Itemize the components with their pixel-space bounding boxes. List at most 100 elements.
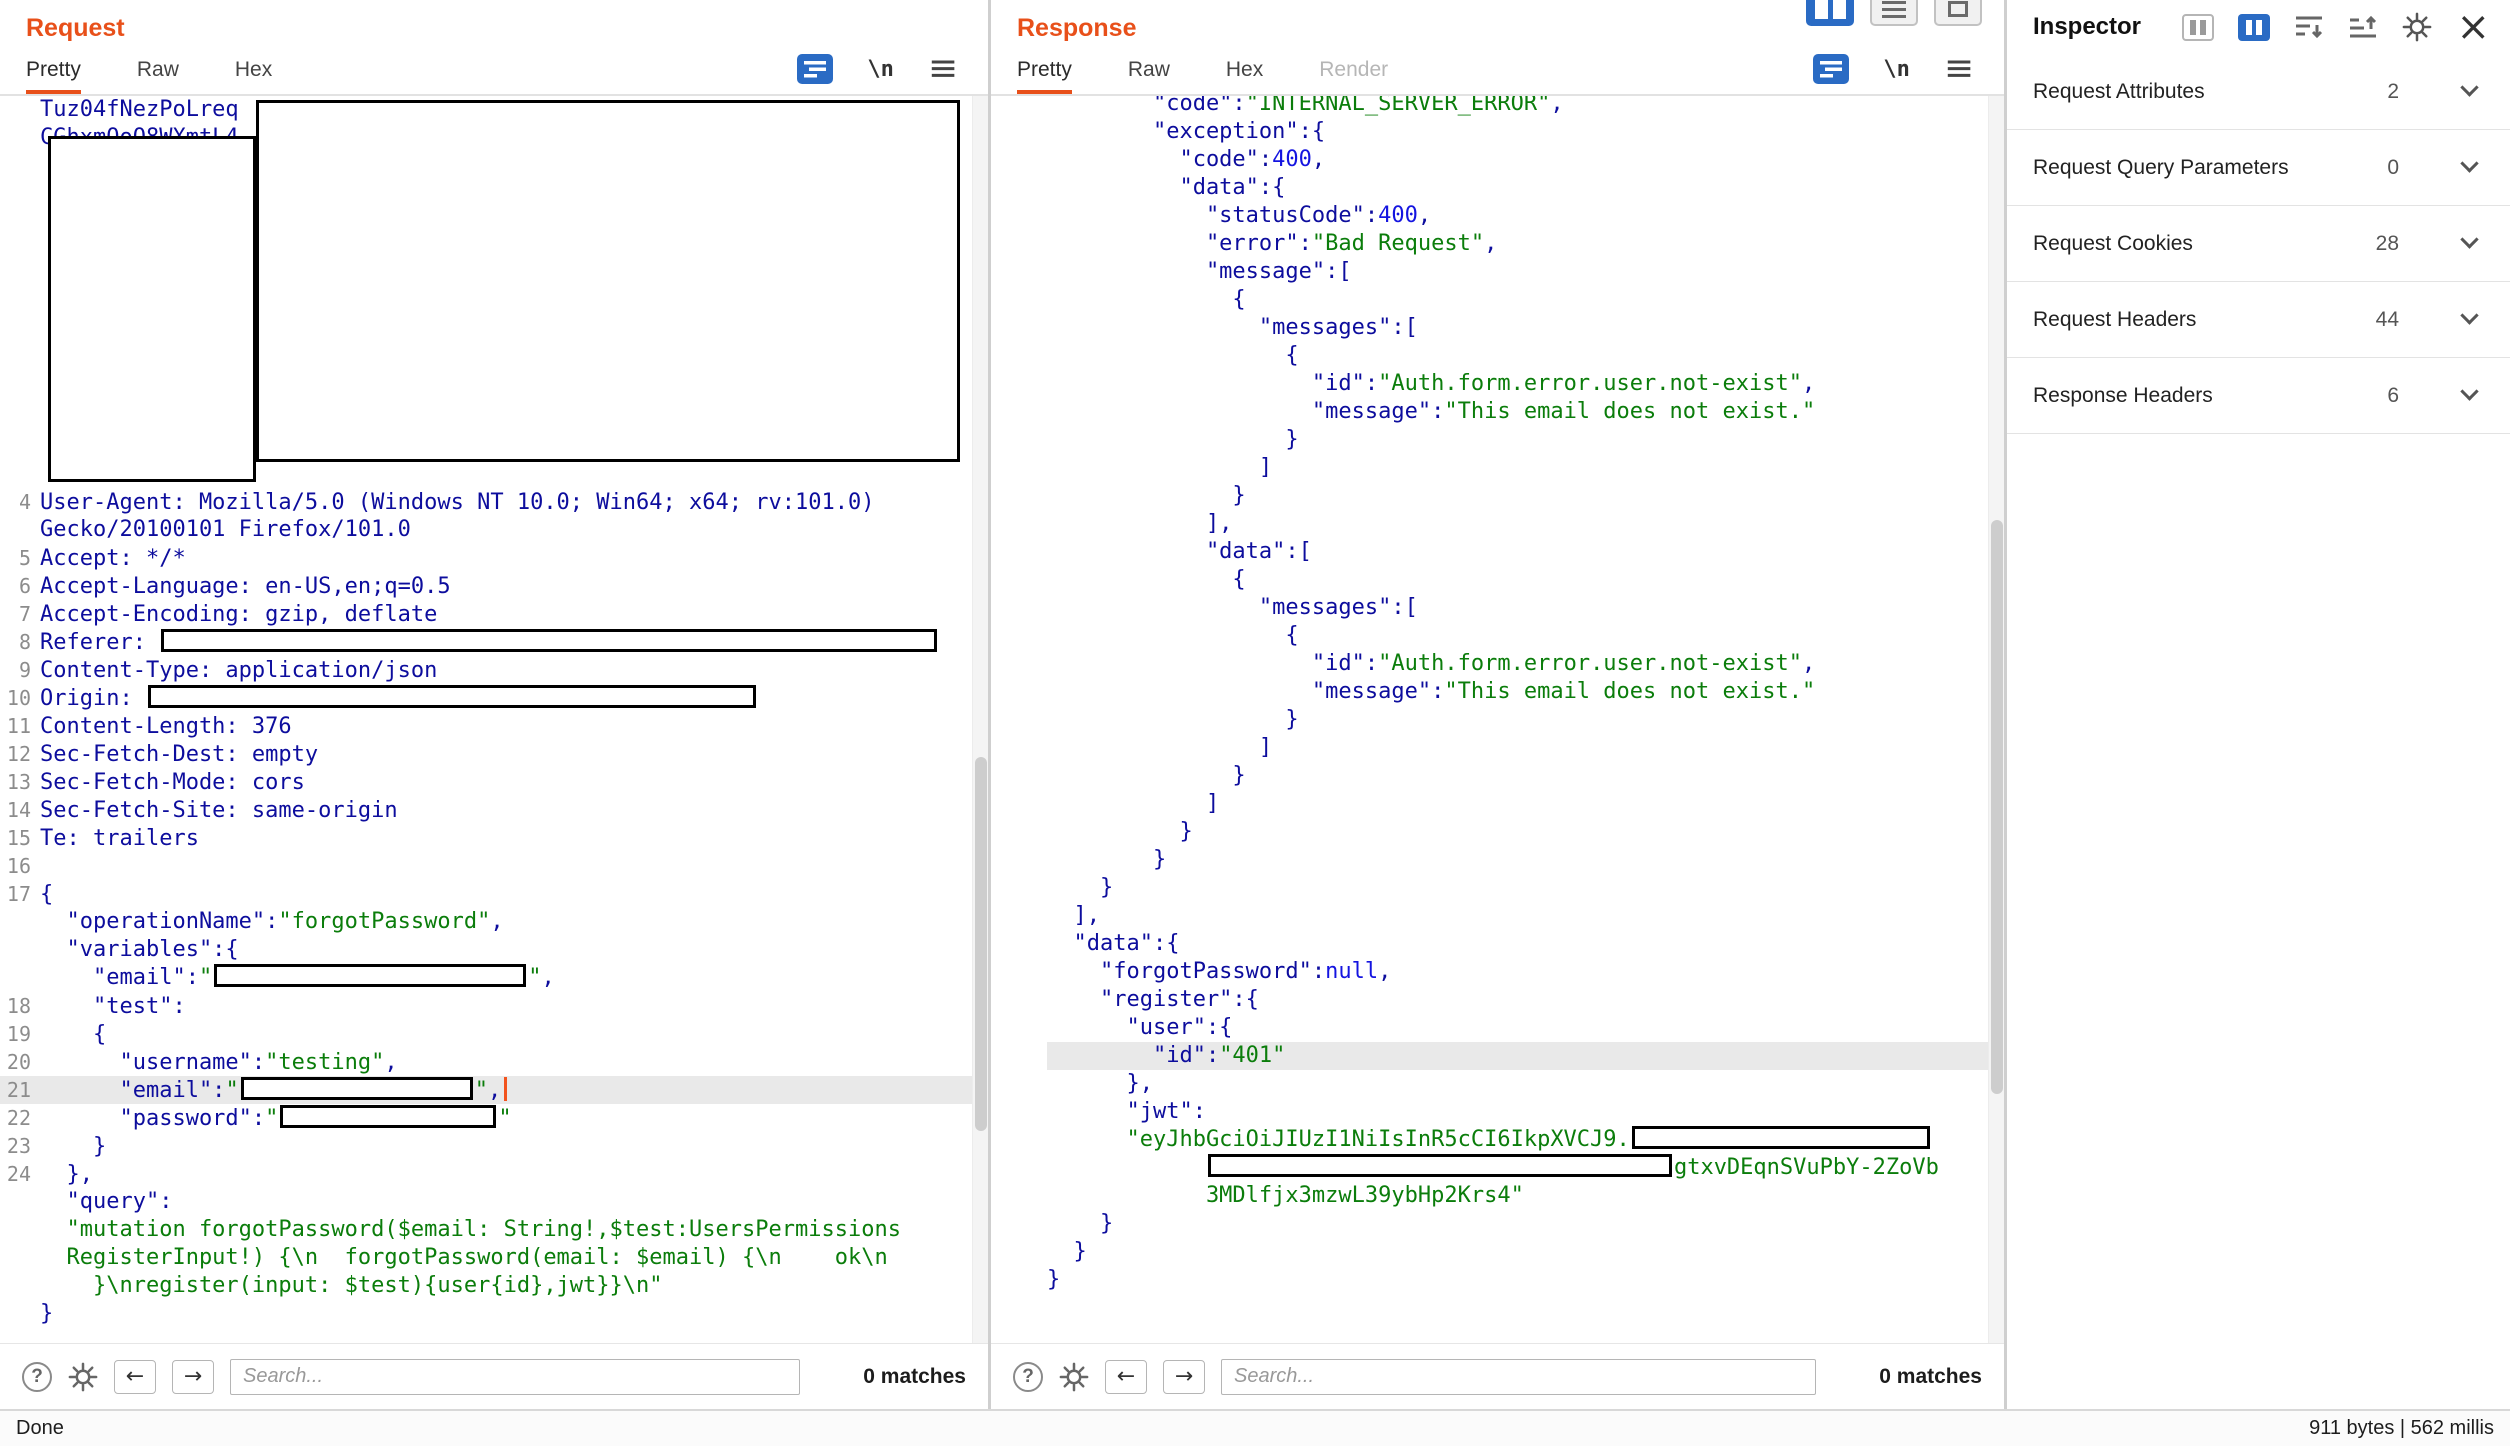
code-line[interactable]: } bbox=[0, 1300, 988, 1328]
code-line[interactable]: "message":"This email does not exist." bbox=[1047, 678, 2004, 706]
code-line[interactable]: "id":"Auth.form.error.user.not-exist", bbox=[1047, 370, 2004, 398]
newline-toggle-icon[interactable]: \n bbox=[1883, 57, 1910, 82]
inspector-section-request-cookies[interactable]: Request Cookies28 bbox=[2007, 206, 2510, 282]
code-line[interactable]: { bbox=[1047, 286, 2004, 314]
code-line[interactable]: 9Content-Type: application/json bbox=[0, 656, 988, 684]
code-line[interactable]: 4User-Agent: Mozilla/5.0 (Windows NT 10.… bbox=[0, 488, 988, 516]
code-line[interactable]: "user":{ bbox=[1047, 1014, 2004, 1042]
code-line[interactable]: }\nregister(input: $test){user{id},jwt}}… bbox=[0, 1272, 988, 1300]
code-line[interactable]: 24 }, bbox=[0, 1160, 988, 1188]
pretty-print-icon[interactable] bbox=[797, 54, 833, 84]
code-line[interactable]: "jwt": bbox=[1047, 1098, 2004, 1126]
layout-rows-icon[interactable] bbox=[1870, 0, 1918, 26]
code-line[interactable]: ] bbox=[1047, 454, 2004, 482]
inspector-view-split-icon[interactable] bbox=[2182, 14, 2214, 41]
code-line[interactable]: } bbox=[1047, 482, 2004, 510]
code-line[interactable]: 15Te: trailers bbox=[0, 824, 988, 852]
code-line[interactable]: 3MDlfjx3mzwL39ybHp2Krs4" bbox=[1047, 1182, 2004, 1210]
code-line[interactable]: 21 "email":"", bbox=[0, 1076, 988, 1104]
tab-pretty[interactable]: Pretty bbox=[1017, 44, 1072, 94]
code-line[interactable]: 19 { bbox=[0, 1020, 988, 1048]
close-inspector-icon[interactable]: × bbox=[2456, 11, 2490, 43]
inspector-view-columns-icon[interactable] bbox=[2238, 14, 2270, 41]
next-match-button[interactable]: → bbox=[1163, 1360, 1205, 1394]
code-line[interactable]: 7Accept-Encoding: gzip, deflate bbox=[0, 600, 988, 628]
response-editor[interactable]: "code":"INTERNAL_SERVER_ERROR", "excepti… bbox=[991, 96, 2004, 1343]
newline-toggle-icon[interactable]: \n bbox=[867, 57, 894, 82]
code-line[interactable]: "exception":{ bbox=[1047, 118, 2004, 146]
code-line[interactable]: ] bbox=[1047, 734, 2004, 762]
code-line[interactable]: 13Sec-Fetch-Mode: cors bbox=[0, 768, 988, 796]
code-line[interactable]: } bbox=[1047, 762, 2004, 790]
collapse-all-icon[interactable] bbox=[2294, 14, 2324, 40]
tab-hex[interactable]: Hex bbox=[235, 44, 272, 94]
code-line[interactable]: 18 "test": bbox=[0, 992, 988, 1020]
help-icon[interactable]: ? bbox=[1013, 1362, 1043, 1392]
code-line[interactable]: } bbox=[1047, 818, 2004, 846]
code-line[interactable]: { bbox=[1047, 342, 2004, 370]
request-editor[interactable]: Tuz04fNezPoLreqCGhxmOoQ8WXmtL44User-Agen… bbox=[0, 96, 988, 1343]
code-line[interactable]: }, bbox=[1047, 1070, 2004, 1098]
code-line[interactable]: Gecko/20100101 Firefox/101.0 bbox=[0, 516, 988, 544]
code-line[interactable]: gtxvDEqnSVuPbY-2ZoVb bbox=[1047, 1154, 2004, 1182]
code-line[interactable]: "email":"", bbox=[0, 964, 988, 992]
code-line[interactable]: } bbox=[1047, 706, 2004, 734]
help-icon[interactable]: ? bbox=[22, 1362, 52, 1392]
search-settings-gear-icon[interactable] bbox=[1059, 1362, 1089, 1392]
code-line[interactable]: "data":[ bbox=[1047, 538, 2004, 566]
code-line[interactable]: "statusCode":400, bbox=[1047, 202, 2004, 230]
panel-menu-icon[interactable]: ≡ bbox=[928, 51, 958, 87]
code-line[interactable]: 11Content-Length: 376 bbox=[0, 712, 988, 740]
code-line[interactable]: 5Accept: */* bbox=[0, 544, 988, 572]
code-line[interactable]: ], bbox=[1047, 902, 2004, 930]
code-line[interactable]: } bbox=[1047, 874, 2004, 902]
code-line[interactable]: "mutation forgotPassword($email: String!… bbox=[0, 1216, 988, 1244]
code-line[interactable]: 6Accept-Language: en-US,en;q=0.5 bbox=[0, 572, 988, 600]
code-line[interactable]: RegisterInput!) {\n forgotPassword(email… bbox=[0, 1244, 988, 1272]
tab-raw[interactable]: Raw bbox=[1128, 44, 1170, 94]
code-line[interactable]: "code":400, bbox=[1047, 146, 2004, 174]
inspector-section-request-attributes[interactable]: Request Attributes2 bbox=[2007, 54, 2510, 130]
tab-raw[interactable]: Raw bbox=[137, 44, 179, 94]
code-line[interactable]: } bbox=[1047, 426, 2004, 454]
code-line[interactable]: } bbox=[1047, 1210, 2004, 1238]
response-scrollbar-thumb[interactable] bbox=[1991, 520, 2003, 1094]
code-line[interactable]: 22 "password":"" bbox=[0, 1104, 988, 1132]
code-line[interactable]: { bbox=[1047, 566, 2004, 594]
expand-all-icon[interactable] bbox=[2348, 14, 2378, 40]
code-line[interactable]: "code":"INTERNAL_SERVER_ERROR", bbox=[1047, 96, 2004, 118]
tab-pretty[interactable]: Pretty bbox=[26, 44, 81, 94]
code-line[interactable]: 23 } bbox=[0, 1132, 988, 1160]
inspector-section-request-headers[interactable]: Request Headers44 bbox=[2007, 282, 2510, 358]
prev-match-button[interactable]: ← bbox=[1105, 1360, 1147, 1394]
pretty-print-icon[interactable] bbox=[1813, 54, 1849, 84]
code-line[interactable]: "register":{ bbox=[1047, 986, 2004, 1014]
inspector-section-response-headers[interactable]: Response Headers6 bbox=[2007, 358, 2510, 434]
layout-single-icon[interactable] bbox=[1934, 0, 1982, 26]
code-line[interactable]: "messages":[ bbox=[1047, 594, 2004, 622]
panel-menu-icon[interactable]: ≡ bbox=[1944, 51, 1974, 87]
code-line[interactable]: 17{ bbox=[0, 880, 988, 908]
inspector-settings-gear-icon[interactable] bbox=[2402, 12, 2432, 42]
code-line[interactable]: 20 "username":"testing", bbox=[0, 1048, 988, 1076]
inspector-section-request-query-parameters[interactable]: Request Query Parameters0 bbox=[2007, 130, 2510, 206]
search-input[interactable] bbox=[230, 1359, 800, 1395]
code-line[interactable]: 8Referer: bbox=[0, 628, 988, 656]
code-line[interactable]: "message":[ bbox=[1047, 258, 2004, 286]
code-line[interactable]: "data":{ bbox=[1047, 930, 2004, 958]
code-line[interactable]: "forgotPassword":null, bbox=[1047, 958, 2004, 986]
code-line[interactable]: "operationName":"forgotPassword", bbox=[0, 908, 988, 936]
code-line[interactable]: "message":"This email does not exist." bbox=[1047, 398, 2004, 426]
code-line[interactable]: ] bbox=[1047, 790, 2004, 818]
request-scrollbar-thumb[interactable] bbox=[975, 757, 987, 1131]
code-line[interactable]: "data":{ bbox=[1047, 174, 2004, 202]
search-settings-gear-icon[interactable] bbox=[68, 1362, 98, 1392]
code-line[interactable]: "query": bbox=[0, 1188, 988, 1216]
next-match-button[interactable]: → bbox=[172, 1360, 214, 1394]
code-line[interactable]: "id":"401" bbox=[1047, 1042, 2004, 1070]
code-line[interactable]: } bbox=[1047, 846, 2004, 874]
code-line[interactable]: } bbox=[1047, 1238, 2004, 1266]
code-line[interactable]: "eyJhbGciOiJIUzI1NiIsInR5cCI6IkpXVCJ9. bbox=[1047, 1126, 2004, 1154]
code-line[interactable]: 12Sec-Fetch-Dest: empty bbox=[0, 740, 988, 768]
prev-match-button[interactable]: ← bbox=[114, 1360, 156, 1394]
